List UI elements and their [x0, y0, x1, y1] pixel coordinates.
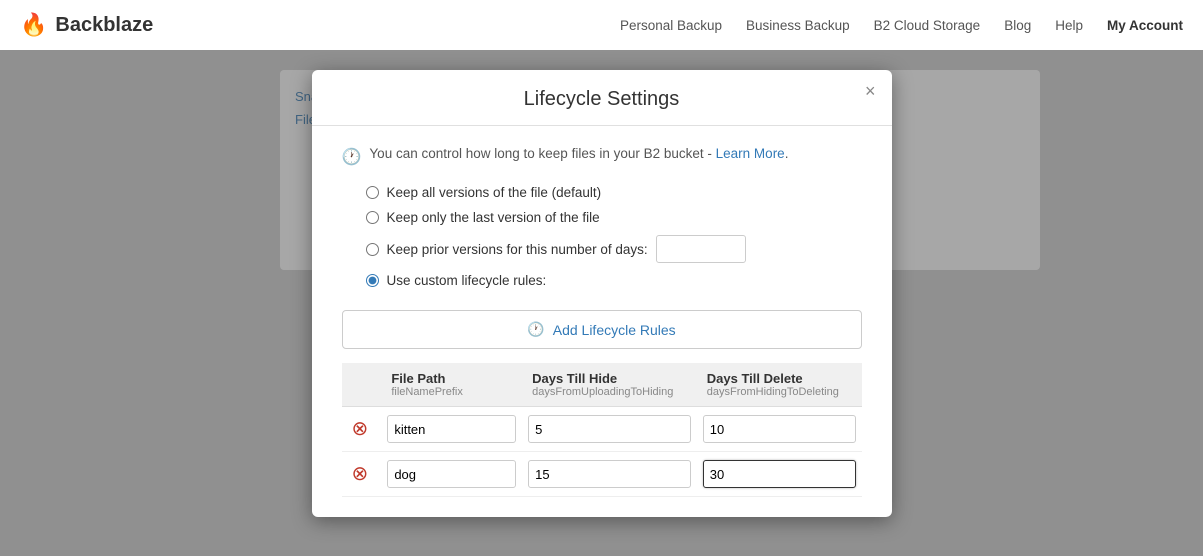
radio-all-versions[interactable]: Keep all versions of the file (default) [366, 185, 862, 200]
radio-custom-rules-label: Use custom lifecycle rules: [387, 273, 547, 288]
info-line: 🕐 You can control how long to keep files… [342, 146, 862, 167]
th-days-hide-label: Days Till Hide [532, 371, 617, 386]
nav-links: Personal Backup Business Backup B2 Cloud… [620, 18, 1183, 33]
radio-last-version[interactable]: Keep only the last version of the file [366, 210, 862, 225]
nav-help[interactable]: Help [1055, 18, 1083, 33]
radio-group: Keep all versions of the file (default) … [366, 185, 862, 288]
days-input[interactable] [656, 235, 746, 263]
th-file-path: File Path fileNamePrefix [381, 363, 522, 407]
flame-icon: 🔥 [20, 12, 47, 38]
nav-personal-backup[interactable]: Personal Backup [620, 18, 722, 33]
th-file-path-sub: fileNamePrefix [391, 386, 512, 398]
modal-body: 🕐 You can control how long to keep files… [312, 126, 892, 517]
info-text: You can control how long to keep files i… [369, 146, 788, 161]
top-nav: 🔥 Backblaze Personal Backup Business Bac… [0, 0, 1203, 50]
row-0-hide-input[interactable] [528, 415, 691, 443]
add-lifecycle-icon: 🕐 [527, 321, 544, 338]
th-file-path-label: File Path [391, 371, 445, 386]
radio-last-version-label: Keep only the last version of the file [387, 210, 600, 225]
table-header-row: File Path fileNamePrefix Days Till Hide … [342, 363, 862, 407]
th-days-hide: Days Till Hide daysFromUploadingToHiding [522, 363, 697, 407]
row-1-path-input[interactable] [387, 460, 516, 488]
radio-custom-rules[interactable]: Use custom lifecycle rules: [366, 273, 862, 288]
table-row: ⊗ [342, 407, 862, 452]
nav-blog[interactable]: Blog [1004, 18, 1031, 33]
th-days-delete: Days Till Delete daysFromHidingToDeletin… [697, 363, 862, 407]
brand-name: Backblaze [55, 14, 153, 37]
row-1-hide-input[interactable] [528, 460, 691, 488]
th-days-delete-sub: daysFromHidingToDeleting [707, 386, 852, 398]
remove-row-0-button[interactable]: ⊗ [348, 419, 373, 439]
info-clock-icon: 🕐 [342, 147, 362, 167]
modal-close-button[interactable]: × [865, 82, 876, 100]
lifecycle-settings-modal: Lifecycle Settings × 🕐 You can control h… [312, 70, 892, 517]
lifecycle-table: File Path fileNamePrefix Days Till Hide … [342, 363, 862, 497]
nav-b2-cloud-storage[interactable]: B2 Cloud Storage [874, 18, 981, 33]
add-lifecycle-label: Add Lifecycle Rules [553, 322, 676, 338]
row-1-delete-input[interactable] [703, 460, 856, 488]
nav-my-account[interactable]: My Account [1107, 18, 1183, 33]
radio-all-versions-input[interactable] [366, 186, 379, 199]
radio-prior-versions-label: Keep prior versions for this number of d… [387, 242, 648, 257]
modal-title: Lifecycle Settings [524, 88, 680, 110]
radio-custom-rules-input[interactable] [366, 274, 379, 287]
nav-business-backup[interactable]: Business Backup [746, 18, 850, 33]
radio-prior-versions[interactable]: Keep prior versions for this number of d… [366, 235, 862, 263]
modal-backdrop: Lifecycle Settings × 🕐 You can control h… [0, 50, 1203, 556]
table-body: ⊗⊗ [342, 407, 862, 497]
table-row: ⊗ [342, 452, 862, 497]
brand-logo: 🔥 Backblaze [20, 12, 153, 38]
remove-row-1-button[interactable]: ⊗ [348, 464, 373, 484]
radio-all-versions-label: Keep all versions of the file (default) [387, 185, 602, 200]
row-0-path-input[interactable] [387, 415, 516, 443]
th-remove [342, 363, 382, 407]
learn-more-link[interactable]: Learn More [716, 146, 785, 161]
row-0-delete-input[interactable] [703, 415, 856, 443]
th-days-delete-label: Days Till Delete [707, 371, 803, 386]
radio-last-version-input[interactable] [366, 211, 379, 224]
radio-prior-versions-input[interactable] [366, 243, 379, 256]
th-days-hide-sub: daysFromUploadingToHiding [532, 386, 687, 398]
modal-header: Lifecycle Settings × [312, 70, 892, 126]
add-lifecycle-rules-button[interactable]: 🕐 Add Lifecycle Rules [342, 310, 862, 349]
